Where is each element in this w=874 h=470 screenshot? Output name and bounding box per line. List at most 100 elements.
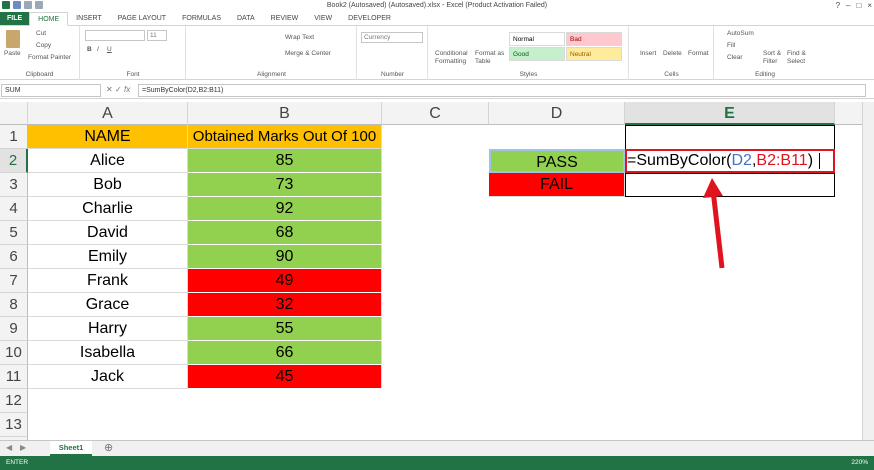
row-header-6[interactable]: 6	[0, 245, 28, 269]
name-cell[interactable]: Harry	[28, 317, 188, 341]
clear-button[interactable]: Clear	[727, 54, 743, 61]
column-header-d[interactable]: D	[489, 102, 625, 125]
column-header-e[interactable]: E	[625, 102, 835, 125]
row-header-3[interactable]: 3	[0, 173, 28, 197]
name-cell[interactable]: Grace	[28, 293, 188, 317]
format-as-table-button[interactable]: Format as Table	[475, 50, 505, 66]
marks-cell[interactable]: 45	[188, 365, 382, 389]
row-header-1[interactable]: 1	[0, 125, 28, 149]
column-header-b[interactable]: B	[188, 102, 382, 125]
name-cell[interactable]: Frank	[28, 269, 188, 293]
format-painter-button[interactable]: Format Painter	[28, 54, 71, 61]
name-cell[interactable]: Alice	[28, 149, 188, 173]
bold-button[interactable]: B	[87, 46, 92, 53]
row-header-11[interactable]: 11	[0, 365, 28, 389]
autosum-button[interactable]: AutoSum	[727, 30, 754, 37]
delete-cells-button[interactable]: Delete	[663, 50, 682, 57]
name-cell[interactable]: Charlie	[28, 197, 188, 221]
worksheet-grid[interactable]: A B C D E 1234567891011121314 NAMEObtain…	[0, 102, 862, 440]
find-select-button[interactable]: Find & Select	[787, 50, 811, 66]
name-cell[interactable]: Isabella	[28, 341, 188, 365]
row-header-5[interactable]: 5	[0, 221, 28, 245]
column-header-f[interactable]	[835, 102, 862, 125]
row-header-4[interactable]: 4	[0, 197, 28, 221]
maximize-button[interactable]: □	[856, 0, 861, 12]
number-format-box[interactable]: Currency	[361, 32, 423, 43]
select-all-corner[interactable]	[0, 102, 28, 125]
style-good[interactable]: Good	[509, 47, 565, 61]
style-bad[interactable]: Bad	[566, 32, 622, 46]
fill-button[interactable]: Fill	[727, 42, 735, 49]
minimize-button[interactable]: –	[846, 0, 850, 12]
column-header-a[interactable]: A	[28, 102, 188, 125]
row-header-9[interactable]: 9	[0, 317, 28, 341]
style-neutral[interactable]: Neutral	[566, 47, 622, 61]
tab-view[interactable]: VIEW	[306, 12, 340, 25]
row-header-13[interactable]: 13	[0, 413, 28, 437]
tab-insert[interactable]: INSERT	[68, 12, 110, 25]
copy-button[interactable]: Copy	[36, 42, 51, 49]
row-header-10[interactable]: 10	[0, 341, 28, 365]
pass-legend-cell[interactable]: PASS	[489, 149, 625, 173]
insert-function-button[interactable]: fx	[124, 85, 130, 95]
format-cells-button[interactable]: Format	[688, 50, 709, 57]
sheet-tab-sheet1[interactable]: Sheet1	[50, 441, 92, 456]
close-button[interactable]: ×	[867, 0, 872, 12]
tab-developer[interactable]: DEVELOPER	[340, 12, 399, 25]
insert-cells-button[interactable]: Insert	[640, 50, 656, 57]
name-box[interactable]: SUM	[1, 84, 101, 97]
sheet-nav-next-icon[interactable]: ▶	[20, 443, 26, 452]
marks-cell[interactable]: 66	[188, 341, 382, 365]
marks-cell[interactable]: 49	[188, 269, 382, 293]
row-header-8[interactable]: 8	[0, 293, 28, 317]
tab-page-layout[interactable]: PAGE LAYOUT	[110, 12, 174, 25]
cancel-formula-button[interactable]: ✕	[106, 85, 113, 95]
formula-arg-d2: D2	[731, 152, 752, 169]
tab-data[interactable]: DATA	[229, 12, 263, 25]
add-sheet-button[interactable]: ⊕	[104, 441, 113, 456]
conditional-formatting-button[interactable]: Conditional Formatting	[435, 50, 475, 66]
header-name-cell[interactable]: NAME	[28, 125, 188, 149]
marks-cell[interactable]: 55	[188, 317, 382, 341]
marks-cell[interactable]: 73	[188, 173, 382, 197]
formula-input[interactable]: =SumByColor(D2,B2:B11)	[138, 84, 866, 97]
paste-button[interactable]: Paste	[4, 50, 21, 57]
header-marks-cell[interactable]: Obtained Marks Out Of 100	[188, 125, 382, 149]
zoom-level[interactable]: 220%	[851, 456, 868, 470]
underline-button[interactable]: U	[107, 46, 112, 53]
clipboard-label: Clipboard	[25, 71, 54, 78]
merge-center-button[interactable]: Merge & Center	[285, 50, 331, 57]
enter-formula-button[interactable]: ✓	[115, 85, 122, 95]
italic-button[interactable]: I	[97, 46, 99, 53]
help-button[interactable]: ?	[836, 0, 840, 12]
marks-cell[interactable]: 85	[188, 149, 382, 173]
marks-cell[interactable]: 68	[188, 221, 382, 245]
paste-icon[interactable]	[6, 30, 20, 48]
row-header-2[interactable]: 2	[0, 149, 28, 173]
marks-cell[interactable]: 32	[188, 293, 382, 317]
vertical-scrollbar[interactable]	[862, 102, 874, 440]
name-cell[interactable]: Jack	[28, 365, 188, 389]
row-header-12[interactable]: 12	[0, 389, 28, 413]
font-size-box[interactable]: 11	[147, 30, 167, 41]
marks-cell[interactable]: 90	[188, 245, 382, 269]
name-cell[interactable]: Bob	[28, 173, 188, 197]
sort-filter-button[interactable]: Sort & Filter	[763, 50, 785, 66]
sheet-nav-prev-icon[interactable]: ◀	[6, 443, 12, 452]
tab-review[interactable]: REVIEW	[263, 12, 307, 25]
tab-formulas[interactable]: FORMULAS	[174, 12, 229, 25]
name-cell[interactable]: David	[28, 221, 188, 245]
font-name-box[interactable]	[85, 30, 145, 41]
wrap-text-button[interactable]: Wrap Text	[285, 34, 314, 41]
cut-button[interactable]: Cut	[36, 30, 46, 37]
row-header-7[interactable]: 7	[0, 269, 28, 293]
tab-file[interactable]: FILE	[0, 12, 30, 25]
fail-legend-cell[interactable]: FAIL	[489, 173, 625, 197]
cell-e2-editing[interactable]: =SumByColor(D2,B2:B11)	[625, 149, 835, 173]
style-normal[interactable]: Normal	[509, 32, 565, 46]
tab-home[interactable]: HOME	[29, 12, 69, 26]
cell-e1[interactable]	[625, 125, 835, 149]
marks-cell[interactable]: 92	[188, 197, 382, 221]
name-cell[interactable]: Emily	[28, 245, 188, 269]
column-header-c[interactable]: C	[382, 102, 489, 125]
